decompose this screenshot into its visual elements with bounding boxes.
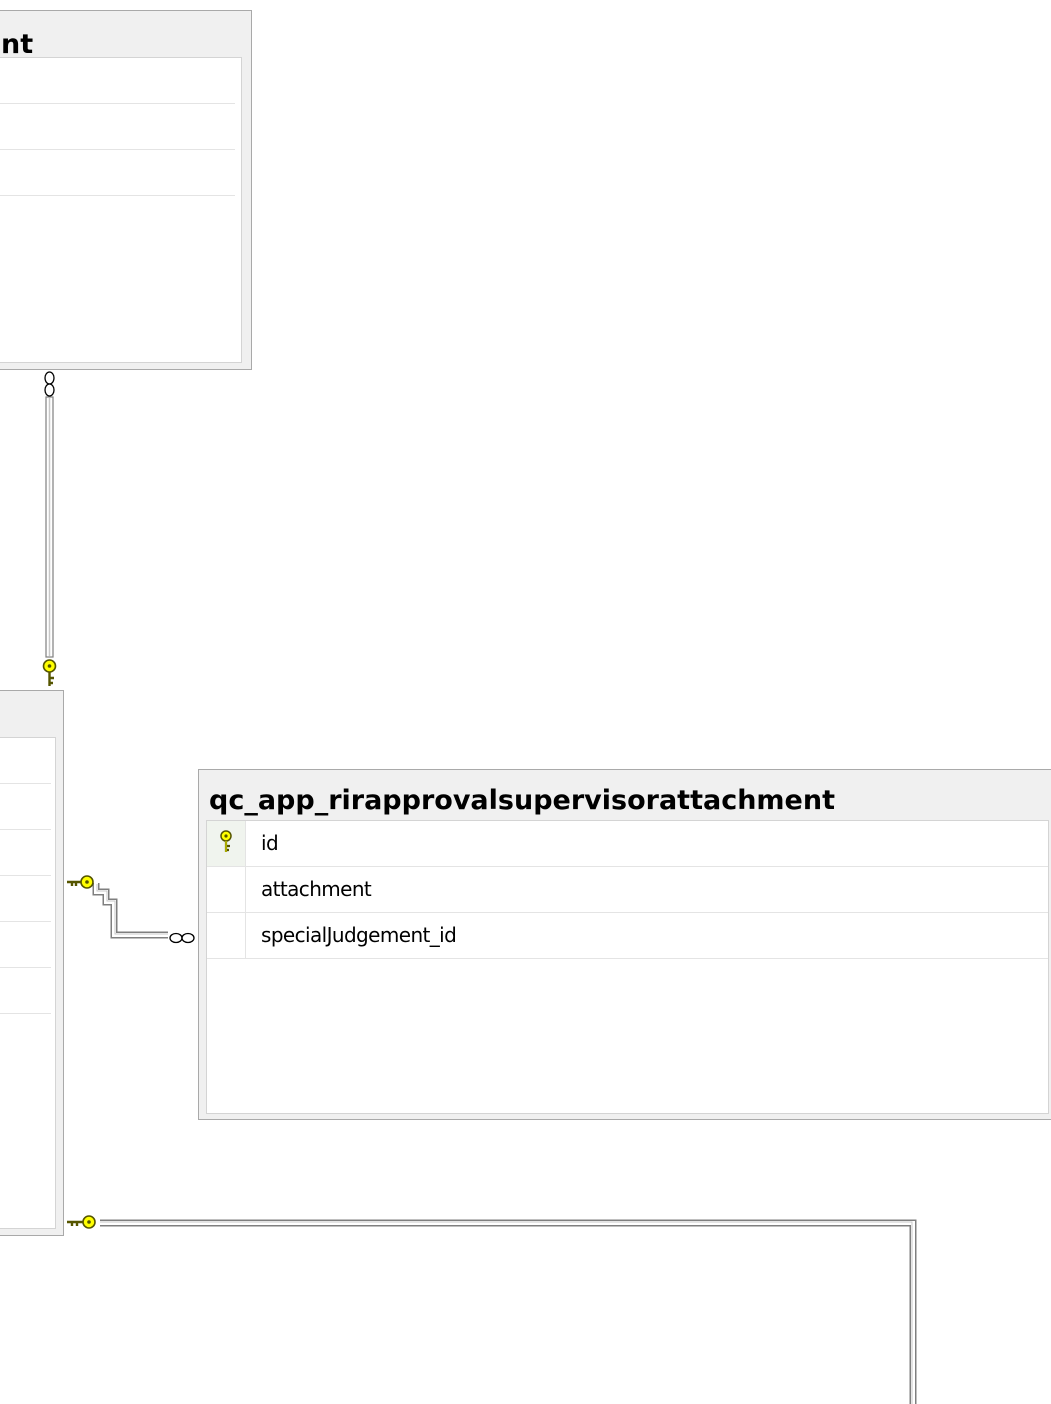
relationship-lines <box>42 371 917 1404</box>
many-end-icon <box>169 932 195 944</box>
one-end-key-icon <box>67 875 94 889</box>
relationship-top-to-middle[interactable] <box>42 371 57 686</box>
relationship-middle-to-offscreen[interactable] <box>67 1215 917 1404</box>
one-end-key-icon <box>67 1215 96 1229</box>
many-end-icon <box>44 371 55 397</box>
relationship-middle-to-attachment[interactable] <box>67 875 195 944</box>
one-end-key-icon <box>42 659 57 686</box>
